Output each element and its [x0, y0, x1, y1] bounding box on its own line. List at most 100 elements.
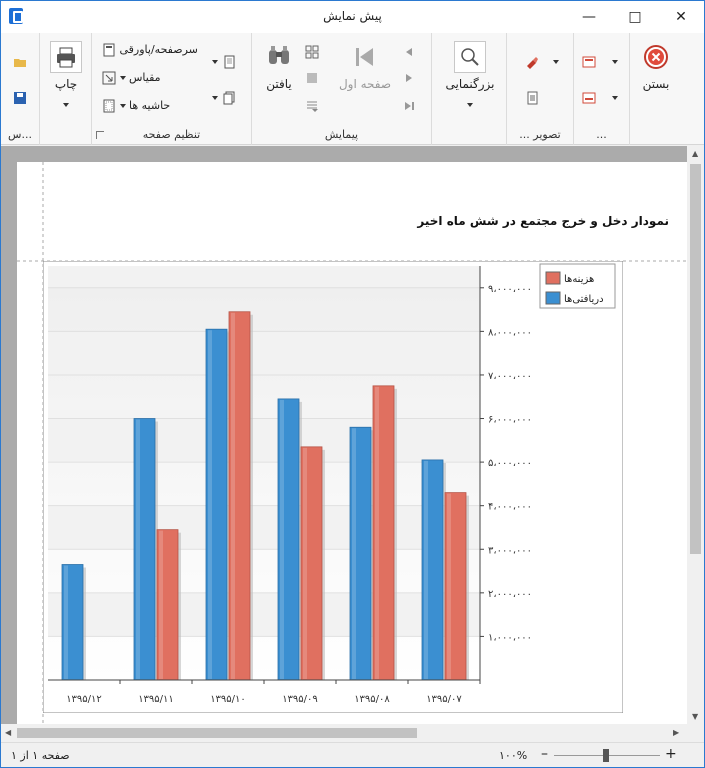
- x-tick-label: ۱۳۹۵/۱۲: [66, 694, 102, 705]
- grid-band: [48, 505, 480, 550]
- paper-size-icon: [222, 91, 236, 105]
- open-button[interactable]: [13, 51, 27, 73]
- orientation-button[interactable]: [212, 51, 236, 73]
- bookmarks-button[interactable]: [305, 67, 319, 89]
- binoculars-icon: [263, 41, 295, 73]
- scroll-right-icon[interactable]: ▶: [673, 728, 679, 737]
- x-tick-label: ۱۳۹۵/۱۱: [138, 694, 174, 705]
- legend-swatch: [545, 291, 561, 305]
- bar-expense: [372, 385, 397, 681]
- page-setup-launcher-icon[interactable]: [96, 131, 104, 139]
- x-tick-label: ۱۳۹۵/۰۹: [282, 694, 318, 705]
- y-tick-label: ۵،۰۰۰،۰۰۰: [488, 458, 532, 469]
- close-circle-icon: [640, 41, 672, 73]
- scroll-up-icon[interactable]: ▲: [692, 149, 698, 158]
- watermark-icon: [582, 91, 596, 105]
- previous-page-button[interactable]: [402, 67, 416, 89]
- chevron-down-icon: [552, 60, 559, 64]
- magnifier-icon: [454, 41, 486, 73]
- scroll-down-icon[interactable]: ▼: [692, 712, 698, 721]
- header-footer-label: سرصفحه/پاورقی: [119, 43, 198, 56]
- horizontal-scroll-thumb[interactable]: [17, 728, 417, 738]
- printer-icon: [50, 41, 82, 73]
- ribbon-group-print: چاپ: [39, 33, 91, 145]
- bar-highlight: [64, 565, 68, 679]
- close-window-button[interactable]: ✕: [658, 1, 704, 33]
- x-tick-label: ۱۳۹۵/۰۸: [354, 694, 390, 705]
- ribbon-group-close: بستن: [629, 33, 681, 145]
- scroll-left-icon[interactable]: ◀: [5, 728, 11, 737]
- bar-highlight: [280, 399, 284, 679]
- zoom-percentage: ۱۰۰%: [499, 749, 528, 762]
- save-button[interactable]: [13, 87, 27, 109]
- bar-expense: [300, 446, 325, 681]
- report-title: نمودار دخل و خرج مجتمع در شش ماه اخیر: [417, 214, 669, 228]
- x-tick-label: ۱۳۹۵/۱۰: [210, 694, 246, 705]
- triangle-left-icon: [402, 45, 416, 59]
- bar-highlight: [375, 386, 379, 679]
- bookmarks-icon: [305, 71, 319, 85]
- bar-highlight: [136, 419, 140, 679]
- chevron-down-icon: [611, 96, 618, 100]
- export-button[interactable]: [525, 51, 559, 73]
- bar-income: [421, 459, 446, 681]
- orientation-icon: [222, 55, 236, 69]
- horizontal-scrollbar[interactable]: ◀ ▶: [1, 724, 687, 742]
- y-tick-label: ۶،۰۰۰،۰۰۰: [488, 415, 532, 426]
- export-group-label: ... تصویر: [519, 128, 561, 141]
- chevron-down-icon: [611, 60, 618, 64]
- last-page-button[interactable]: [402, 95, 416, 117]
- bar-expense: [228, 311, 253, 681]
- bar-highlight: [231, 312, 235, 679]
- scale-button[interactable]: مقیاس: [102, 67, 161, 89]
- navigation-group-label: پیمایش: [324, 128, 359, 141]
- zoom-button[interactable]: بزرگنمایی: [438, 41, 502, 111]
- chevron-down-icon: [212, 96, 218, 100]
- page-color-button[interactable]: [582, 51, 618, 73]
- zoom-slider-thumb[interactable]: [603, 749, 609, 762]
- vertical-scroll-thumb[interactable]: [690, 164, 701, 554]
- print-button[interactable]: چاپ: [44, 41, 88, 111]
- bar-expense: [444, 492, 469, 681]
- vertical-scrollbar[interactable]: ▲ ▼: [687, 146, 704, 724]
- thumbnails-button[interactable]: [305, 41, 319, 63]
- chevron-down-icon: [63, 102, 69, 107]
- close-label: بستن: [642, 77, 670, 91]
- grid-band: [48, 418, 480, 463]
- first-page-button[interactable]: صفحه اول: [334, 41, 396, 91]
- y-tick-label: ۲،۰۰۰،۰۰۰: [488, 589, 532, 600]
- chevron-down-icon: [119, 104, 126, 108]
- margins-icon: [102, 99, 116, 113]
- scale-icon: [102, 71, 116, 85]
- y-tick-label: ۹،۰۰۰،۰۰۰: [488, 284, 532, 295]
- parameters-button[interactable]: [305, 95, 319, 117]
- legend-label: هزینه‌ها: [564, 274, 594, 285]
- last-page-icon: [402, 99, 416, 113]
- zoom-out-button[interactable]: –: [541, 746, 548, 762]
- header-footer-icon: [102, 43, 116, 57]
- chevron-down-icon: [212, 60, 218, 64]
- find-button[interactable]: یافتن: [256, 41, 302, 91]
- scroll-corner: [687, 724, 704, 742]
- bar-highlight: [159, 530, 163, 679]
- paper-size-button[interactable]: [212, 87, 236, 109]
- page-setup-group-label: تنظیم صفحه: [142, 128, 201, 141]
- ribbon-group-document: س...: [1, 33, 39, 145]
- margins-button[interactable]: حاشیه ها: [102, 95, 170, 117]
- next-page-button[interactable]: [402, 41, 416, 63]
- watermark-button[interactable]: [582, 87, 618, 109]
- maximize-button[interactable]: □: [612, 1, 658, 33]
- close-preview-button[interactable]: بستن: [632, 41, 680, 91]
- x-tick-label: ۱۳۹۵/۰۷: [426, 694, 462, 705]
- chevron-down-icon: [119, 76, 126, 80]
- minimize-button[interactable]: —: [566, 1, 612, 33]
- header-footer-button[interactable]: سرصفحه/پاورقی: [102, 39, 198, 61]
- send-file-button[interactable]: [525, 87, 539, 109]
- parameters-icon: [305, 99, 319, 113]
- bar-income: [349, 426, 374, 681]
- zoom-in-button[interactable]: +: [665, 746, 677, 762]
- bar-highlight: [447, 493, 451, 679]
- misc-group-label: ...: [596, 128, 607, 141]
- bar-income: [61, 564, 86, 681]
- y-tick-label: ۳،۰۰۰،۰۰۰: [488, 545, 532, 556]
